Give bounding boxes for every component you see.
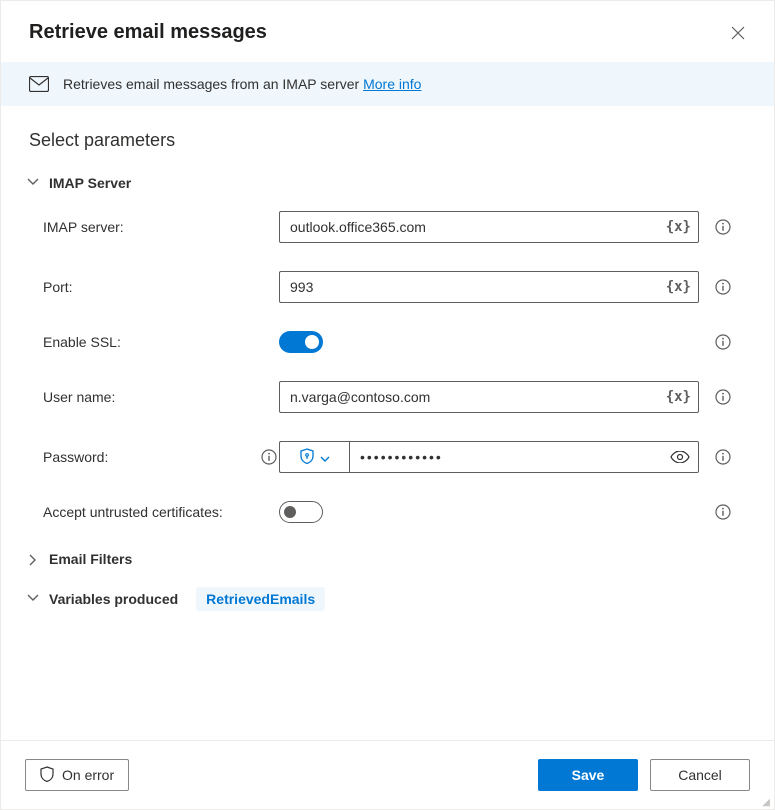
input-username[interactable] xyxy=(279,381,699,413)
chevron-down-icon xyxy=(320,449,330,465)
dialog-footer: On error Save Cancel ◢ xyxy=(1,740,774,809)
variable-chip[interactable]: RetrievedEmails xyxy=(196,587,325,611)
row-username: User name: {x} xyxy=(43,381,746,413)
input-port[interactable] xyxy=(279,271,699,303)
label-accept-untrusted: Accept untrusted certificates: xyxy=(43,504,279,520)
dialog-body: Select parameters IMAP Server IMAP serve… xyxy=(1,106,774,740)
save-button[interactable]: Save xyxy=(538,759,638,791)
label-enable-ssl: Enable SSL: xyxy=(43,334,279,350)
close-icon[interactable] xyxy=(730,25,746,41)
imap-fields: IMAP server: {x} Port: {x} Enable SSL: xyxy=(29,211,746,523)
toggle-enable-ssl[interactable] xyxy=(279,331,323,353)
shield-outline-icon xyxy=(40,766,54,785)
label-username: User name: xyxy=(43,389,279,405)
label-imap-server: IMAP server: xyxy=(43,219,279,235)
cancel-button[interactable]: Cancel xyxy=(650,759,750,791)
section-filters-heading: Email Filters xyxy=(49,551,132,567)
label-password: Password: xyxy=(43,449,108,465)
row-enable-ssl: Enable SSL: xyxy=(43,331,746,353)
chevron-right-icon xyxy=(29,554,39,564)
banner-description: Retrieves email messages from an IMAP se… xyxy=(63,76,363,92)
resize-grip-icon[interactable]: ◢ xyxy=(762,801,770,805)
password-type-dropdown[interactable] xyxy=(280,442,350,472)
dialog-title: Retrieve email messages xyxy=(29,21,267,44)
label-port: Port: xyxy=(43,279,279,295)
banner-text: Retrieves email messages from an IMAP se… xyxy=(63,76,421,92)
row-password: Password: xyxy=(43,441,746,473)
section-title: Select parameters xyxy=(29,130,746,151)
toggle-accept-untrusted[interactable] xyxy=(279,501,323,523)
info-icon[interactable] xyxy=(707,449,739,465)
chevron-down-icon xyxy=(29,178,39,188)
dialog-header: Retrieve email messages xyxy=(1,1,774,62)
info-icon[interactable] xyxy=(259,449,279,465)
input-imap-server[interactable] xyxy=(279,211,699,243)
on-error-button[interactable]: On error xyxy=(25,759,129,791)
reveal-password-icon[interactable] xyxy=(662,442,698,472)
row-imap-server: IMAP server: {x} xyxy=(43,211,746,243)
row-accept-untrusted: Accept untrusted certificates: xyxy=(43,501,746,523)
mail-icon xyxy=(29,76,49,92)
section-imap-server[interactable]: IMAP Server xyxy=(29,175,746,191)
section-variables-heading: Variables produced xyxy=(49,591,178,607)
section-variables-produced[interactable]: Variables produced RetrievedEmails xyxy=(29,587,746,611)
row-port: Port: {x} xyxy=(43,271,746,303)
shield-icon xyxy=(300,448,314,467)
info-banner: Retrieves email messages from an IMAP se… xyxy=(1,62,774,106)
section-imap-heading: IMAP Server xyxy=(49,175,131,191)
on-error-label: On error xyxy=(62,767,114,783)
info-icon[interactable] xyxy=(707,219,739,235)
input-password[interactable] xyxy=(350,442,662,472)
info-icon[interactable] xyxy=(707,504,739,520)
info-icon[interactable] xyxy=(707,279,739,295)
info-icon[interactable] xyxy=(707,334,739,350)
more-info-link[interactable]: More info xyxy=(363,76,421,92)
chevron-right-icon xyxy=(29,594,39,604)
info-icon[interactable] xyxy=(707,389,739,405)
section-email-filters[interactable]: Email Filters xyxy=(29,551,746,567)
